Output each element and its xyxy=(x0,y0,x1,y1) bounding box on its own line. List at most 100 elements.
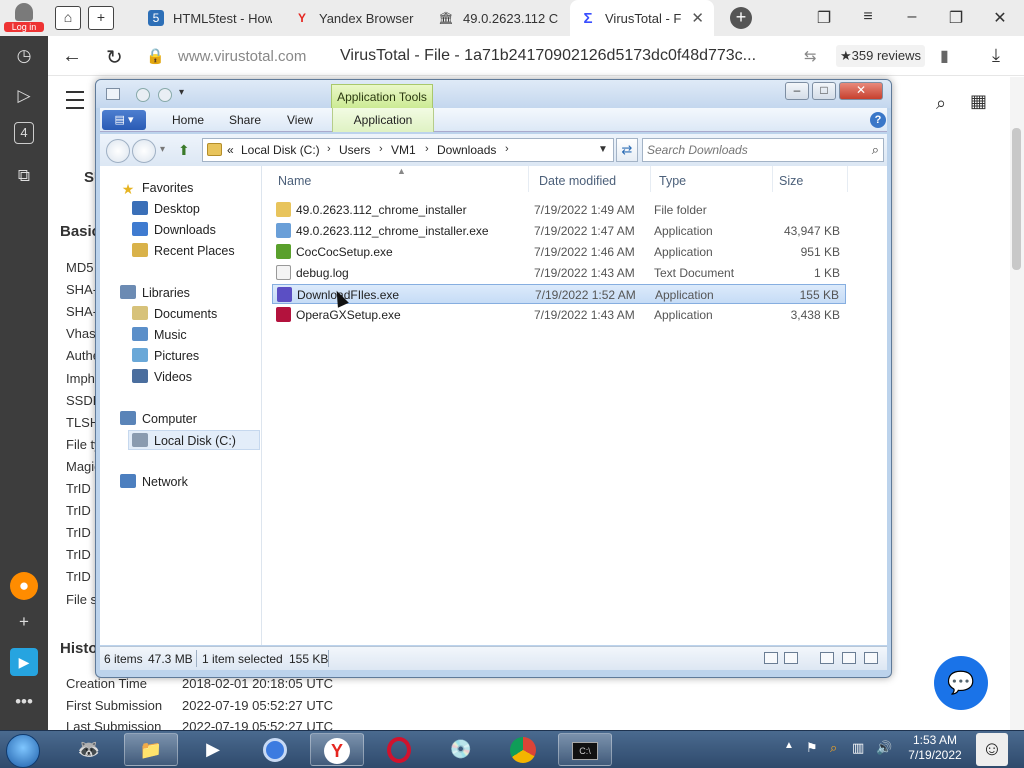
crumb-separator-icon[interactable]: › xyxy=(327,143,331,155)
raccoon-app-icon[interactable]: 🦝 xyxy=(62,733,116,766)
crumb-vm1[interactable]: VM1 xyxy=(391,143,416,157)
tab-yandex-browser[interactable]: Y Yandex Browser B xyxy=(284,0,426,36)
tab-home[interactable]: Home xyxy=(172,108,204,132)
nav-recent-places[interactable]: Recent Places xyxy=(132,241,241,261)
new-tab-button[interactable]: + xyxy=(730,7,752,29)
network-tray-icon[interactable]: ▥ xyxy=(852,740,864,756)
screenshot-icon[interactable]: ⧉ xyxy=(10,162,38,190)
installer-taskbar-icon[interactable]: 💿 xyxy=(434,733,488,766)
page-title[interactable]: VirusTotal - File - 1a71b24170902126d517… xyxy=(340,47,756,65)
preview-pane-icon[interactable] xyxy=(820,652,834,664)
nav-desktop[interactable]: Desktop xyxy=(132,199,206,219)
tab-application[interactable]: Application xyxy=(332,108,434,132)
nav-favorites[interactable]: ★ Favorites xyxy=(120,178,199,198)
nav-libraries[interactable]: Libraries xyxy=(120,283,196,303)
start-button[interactable] xyxy=(6,734,40,768)
lock-icon[interactable]: 🔒 xyxy=(146,47,165,65)
path-overflow[interactable]: « xyxy=(227,143,234,157)
address-path[interactable]: « Local Disk (C:) › Users › VM1 › Downlo… xyxy=(202,138,614,162)
large-icons-view-icon[interactable] xyxy=(784,652,798,664)
search-box[interactable]: ⌕ xyxy=(642,138,884,162)
history-icon[interactable]: ◷ xyxy=(10,42,38,70)
help-icon[interactable]: ? xyxy=(870,112,886,128)
volume-icon[interactable]: 🔊 xyxy=(876,740,892,756)
add-tab-group-icon[interactable]: + xyxy=(88,6,114,30)
new-folder-icon[interactable] xyxy=(158,88,172,102)
translate-icon[interactable]: ⇆ xyxy=(804,47,817,65)
column-header-type[interactable]: Type xyxy=(653,166,773,192)
action-center-flag-icon[interactable]: ⚑ xyxy=(806,740,818,756)
details-pane-icon[interactable] xyxy=(842,652,856,664)
command-prompt-taskbar-icon[interactable]: C:\ xyxy=(558,733,612,766)
tab-html5test[interactable]: 5 HTML5test - How xyxy=(138,0,282,36)
crumb-users[interactable]: Users xyxy=(339,143,370,157)
search-input[interactable] xyxy=(647,142,857,158)
customize-toolbar-icon[interactable]: ▾ xyxy=(179,87,184,98)
app-icon[interactable]: ● xyxy=(10,572,38,600)
nav-documents[interactable]: Documents xyxy=(132,304,223,324)
home-icon[interactable]: ⌂ xyxy=(55,6,81,30)
download-icon[interactable]: ⤓ xyxy=(992,45,1000,66)
back-button[interactable] xyxy=(106,139,130,163)
chromium-taskbar-icon[interactable] xyxy=(248,733,302,766)
search-icon[interactable]: ⌕ xyxy=(872,142,879,158)
nav-videos[interactable]: Videos xyxy=(132,367,198,387)
recent-locations-icon[interactable]: ▾ xyxy=(160,144,165,155)
nav-pictures[interactable]: Pictures xyxy=(132,346,205,366)
nav-network[interactable]: Network xyxy=(120,472,194,492)
add-app-icon[interactable]: + xyxy=(10,608,38,636)
back-icon[interactable]: ← xyxy=(62,45,82,68)
close-window-icon[interactable]: ✕ xyxy=(990,8,1010,28)
file-explorer-taskbar-icon[interactable]: 📁 xyxy=(124,733,178,766)
explorer-maximize-button[interactable]: □ xyxy=(812,82,836,100)
hamburger-icon[interactable] xyxy=(66,91,84,109)
search-tray-icon[interactable]: ⌕ xyxy=(830,740,837,756)
more-icon[interactable]: ••• xyxy=(10,688,38,716)
details-view-icon[interactable] xyxy=(764,652,778,664)
page-scrollbar-thumb[interactable] xyxy=(1012,128,1021,270)
menu-icon[interactable]: ≡ xyxy=(858,8,878,26)
search-icon[interactable]: ⌕ xyxy=(936,93,946,114)
explorer-title-bar[interactable]: ▾ Application Tools – □ ✕ xyxy=(96,80,891,110)
up-folder-icon[interactable]: ⬆ xyxy=(178,142,194,158)
nav-local-disk[interactable]: Local Disk (C:) xyxy=(128,430,260,450)
properties-icon[interactable] xyxy=(136,88,150,102)
nav-music[interactable]: Music xyxy=(132,325,193,345)
file-row[interactable]: 49.0.2623.112_chrome_installer 7/19/2022 … xyxy=(272,200,846,220)
tab-virustotal[interactable]: Σ VirusTotal - Fil ✕ xyxy=(570,0,714,36)
restore-icon[interactable]: ❐ xyxy=(946,8,966,28)
collections-icon[interactable]: ❐ xyxy=(814,8,834,28)
nav-downloads[interactable]: Downloads xyxy=(132,220,222,240)
file-row[interactable]: OperaGXSetup.exe 7/19/2022 1:43 AM Applica… xyxy=(272,305,846,325)
show-hidden-icons-icon[interactable]: ▲ xyxy=(784,740,794,751)
refresh-icon[interactable]: ⇄ xyxy=(616,138,638,162)
close-tab-icon[interactable]: ✕ xyxy=(691,9,704,27)
explorer-close-button[interactable]: ✕ xyxy=(839,82,883,100)
play-icon[interactable]: ▷ xyxy=(10,82,38,110)
tabs-count-icon[interactable]: 4 xyxy=(14,122,34,144)
minimize-icon[interactable]: – xyxy=(902,8,922,26)
path-history-dropdown-icon[interactable]: ▼ xyxy=(598,144,608,155)
chat-bubble-icon[interactable]: 💬 xyxy=(934,656,988,710)
system-clock[interactable]: 1:53 AM 7/19/2022 xyxy=(896,733,974,763)
reviews-badge[interactable]: ★359 reviews xyxy=(836,45,926,67)
media-player-icon[interactable]: ▶ xyxy=(186,733,240,766)
opera-taskbar-icon[interactable] xyxy=(372,733,426,766)
url-host[interactable]: www.virustotal.com xyxy=(178,48,306,65)
chrome-taskbar-icon[interactable] xyxy=(496,733,550,766)
forward-button[interactable] xyxy=(132,139,156,163)
user-avatar[interactable]: ☺ xyxy=(976,733,1008,766)
file-row[interactable]: debug.log 7/19/2022 1:43 AM Text Document 1… xyxy=(272,263,846,283)
file-row[interactable]: 49.0.2623.112_chrome_installer.exe 7/19/2… xyxy=(272,221,846,241)
column-header-date[interactable]: Date modified xyxy=(533,166,651,192)
apps-grid-icon[interactable]: ▦ xyxy=(970,91,987,112)
column-header-size[interactable]: Size xyxy=(773,166,848,192)
window-menu-icon[interactable] xyxy=(106,88,120,100)
crumb-separator-icon[interactable]: › xyxy=(379,143,383,155)
crumb-separator-icon[interactable]: › xyxy=(425,143,429,155)
file-menu-button[interactable]: ▤ ▾ xyxy=(102,110,146,130)
file-row[interactable]: CocCocSetup.exe 7/19/2022 1:46 AM Applicat… xyxy=(272,242,846,262)
tab-view[interactable]: View xyxy=(287,108,313,132)
messenger-icon[interactable]: ▶ xyxy=(10,648,38,676)
file-row[interactable]: DownloadFIles.exe 7/19/2022 1:52 AM Applic… xyxy=(272,284,846,304)
